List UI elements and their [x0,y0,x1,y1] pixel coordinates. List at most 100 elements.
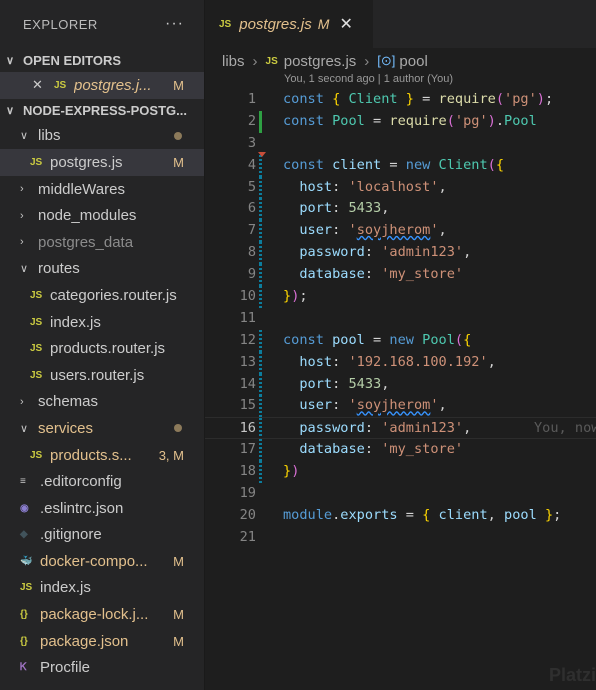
tree-file[interactable]: 🐳 docker-compo... M [0,548,204,575]
js-file-icon: JS [30,369,43,381]
chevron-right-icon: › [20,236,24,249]
git-status-badge: M [173,553,184,569]
code-line[interactable]: 11 [205,308,596,330]
tree-item-label: .editorconfig [40,473,122,491]
tree-file[interactable]: JS postgres.js M [0,149,204,176]
breadcrumb-file[interactable]: postgres.js [284,53,357,70]
tab-bar: JS postgres.js M ✕ [205,0,596,48]
git-added-marker[interactable] [259,439,262,462]
tree-file[interactable]: {} package.json M [0,628,204,655]
code-line[interactable]: 10}); [205,286,596,308]
tree-file[interactable]: JS products.s... 3, M [0,442,204,469]
code-line[interactable]: 6 port: 5433, [205,198,596,221]
breadcrumb-symbol[interactable]: pool [399,53,427,70]
tree-item-label: .eslintrc.json [40,499,124,517]
git-added-marker[interactable] [259,395,262,418]
code-line[interactable]: 2 const Pool = require('pg').Pool [205,110,596,133]
code-line[interactable]: 18}) [205,461,596,484]
tree-item-label: libs [38,127,61,145]
tree-file[interactable]: Ꮶ Procfile [0,654,204,681]
code-line[interactable]: 13 host: '192.168.100.192', [205,351,596,374]
js-file-icon: JS [219,18,232,30]
close-icon[interactable]: ✕ [32,77,54,93]
more-actions-icon[interactable]: ··· [165,15,184,33]
tree-file[interactable]: ◉ .eslintrc.json [0,495,204,522]
line-number: 8 [247,244,256,261]
line-number: 2 [247,112,256,129]
tree-folder[interactable]: › node_modules [0,202,204,229]
project-header[interactable]: ∨ NODE-EXPRESS-POSTG... [0,99,204,123]
explorer-title: EXPLORER [23,16,98,32]
git-blame-codelens[interactable]: You, 1 second ago | 1 author (You) [284,73,453,85]
code-line[interactable]: 17 database: 'my_store' [205,439,596,462]
js-file-icon: JS [20,582,33,594]
code-text: }) [283,463,300,480]
line-number: 4 [247,156,256,173]
git-added-marker[interactable] [259,351,262,374]
open-editor-item[interactable]: ✕ JS postgres.j... M [0,72,204,99]
tree-file[interactable]: JS products.router.js [0,335,204,362]
line-number: 12 [239,331,256,348]
git-added-marker[interactable] [259,198,262,221]
open-editors-header[interactable]: ∨ OPEN EDITORS [0,48,204,72]
line-number: 16 [239,420,256,437]
git-status-badge: 3, M [158,447,184,463]
tree-folder[interactable]: ∨ libs [0,123,204,150]
tree-folder[interactable]: ∨ routes [0,256,204,283]
code-line[interactable]: 1 const { Client } = require('pg'); [205,89,596,111]
tree-folder[interactable]: › postgres_data [0,229,204,256]
symbol-variable-icon: [⊙] [377,53,396,68]
code-line[interactable]: 8 password: 'admin123', [205,242,596,265]
git-added-marker[interactable] [259,154,262,177]
git-added-marker[interactable] [259,242,262,265]
git-modified-marker[interactable] [259,110,262,133]
chevron-down-icon: ∨ [6,54,15,67]
git-added-marker[interactable] [259,176,262,199]
git-added-marker[interactable] [259,329,262,352]
tree-file[interactable]: JS index.js [0,309,204,336]
tab-postgres-js[interactable]: JS postgres.js M ✕ [205,0,373,48]
code-line[interactable]: 21 [205,527,596,549]
tree-item-label: postgres.js [50,153,123,171]
git-added-marker[interactable] [259,373,262,396]
tree-folder[interactable]: ∨ services [0,415,204,442]
code-line[interactable]: 16 password: 'admin123', You, now [205,417,596,440]
code-line[interactable]: 14 port: 5433, [205,373,596,396]
code-line[interactable]: 20 module.exports = { client, pool }; [205,505,596,527]
code-line[interactable]: 9 database: 'my_store' [205,264,596,287]
config-file-icon: ≡ [20,476,26,488]
tree-file[interactable]: ◆ .gitignore [0,522,204,549]
tree-folder[interactable]: › schemas [0,389,204,416]
git-added-marker[interactable] [259,220,262,243]
code-text: host: '192.168.100.192', [299,353,496,370]
line-number: 5 [247,178,256,195]
code-editor[interactable]: 1 const { Client } = require('pg'); 2 const… [205,89,596,549]
docker-icon: 🐳 [20,555,33,567]
tree-folder[interactable]: › middleWares [0,176,204,203]
tree-item-label: docker-compo... [40,552,148,570]
chevron-right-icon: › [20,183,24,196]
tree-file[interactable]: JS index.js [0,575,204,602]
close-icon[interactable]: ✕ [339,14,352,34]
code-line[interactable]: 19 [205,483,596,505]
tree-file[interactable]: JS users.router.js [0,362,204,389]
breadcrumb-folder[interactable]: libs [222,53,245,70]
js-file-icon: JS [30,316,43,328]
code-line[interactable]: 4 const client = new Client({ [205,151,596,177]
tree-file[interactable]: {} package-lock.j... M [0,601,204,628]
git-added-marker[interactable] [259,264,262,287]
tree-file[interactable]: ≡ .editorconfig [0,468,204,495]
chevron-right-icon: › [20,395,24,408]
tree-file[interactable]: JS categories.router.js [0,282,204,309]
line-number: 17 [239,441,256,458]
git-added-marker[interactable] [259,286,262,308]
git-added-marker[interactable] [259,418,262,439]
code-line[interactable]: 15 user: 'soyjherom', [205,395,596,418]
code-line[interactable]: 12 const pool = new Pool({ [205,329,596,352]
code-line[interactable]: 7 user: 'soyjherom', [205,220,596,243]
git-added-marker[interactable] [259,461,262,484]
code-line[interactable]: 5 host: 'localhost', [205,176,596,199]
git-deleted-marker[interactable] [258,151,266,157]
tree-item-label: products.router.js [50,340,166,358]
tab-status: M [317,16,330,32]
